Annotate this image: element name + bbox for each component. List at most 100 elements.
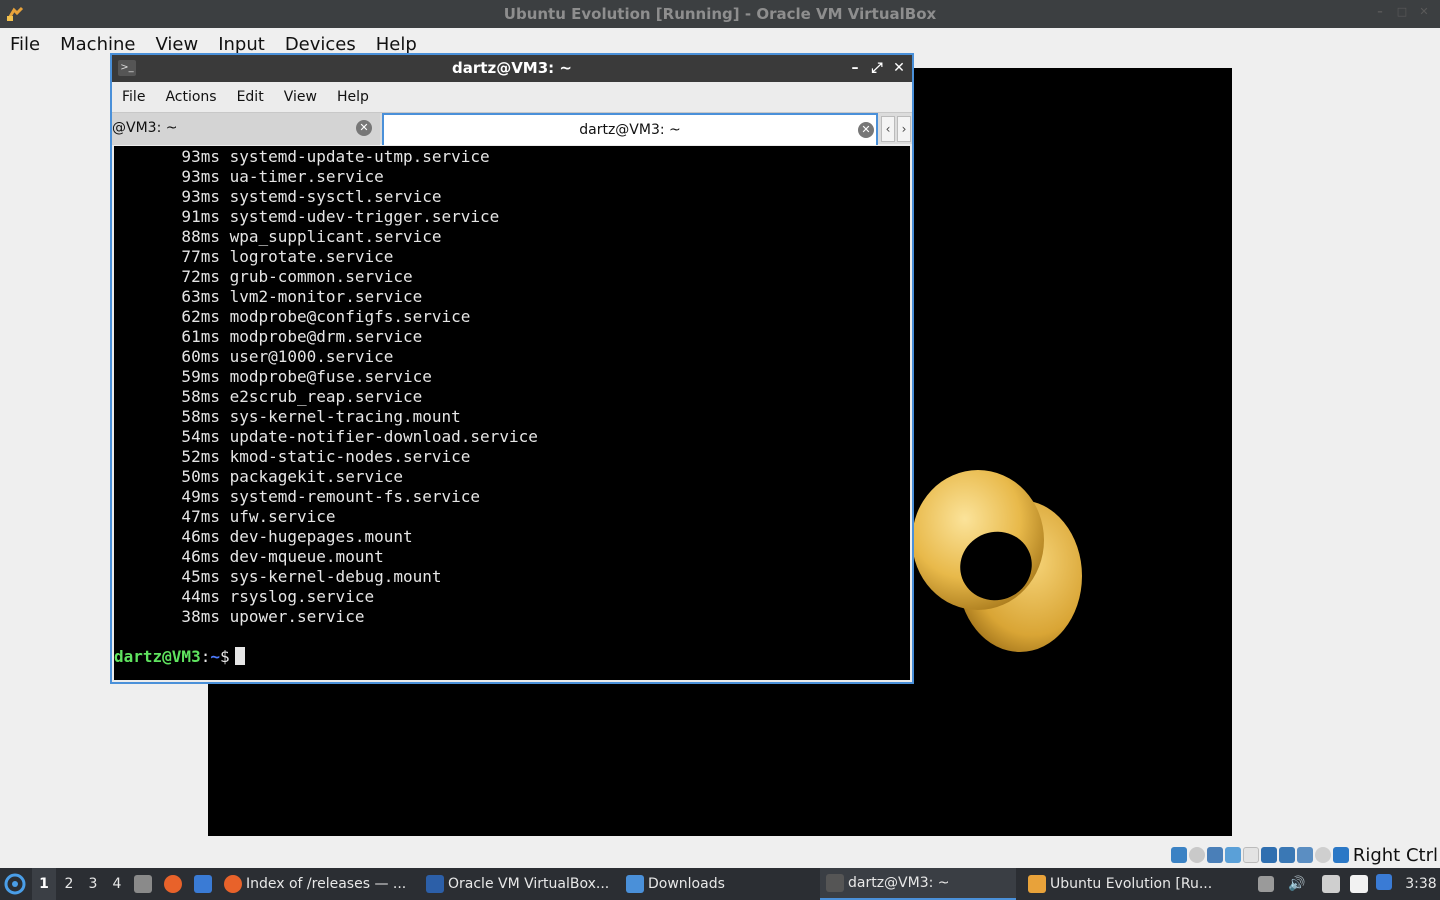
terminal-menu-file[interactable]: File <box>112 89 155 105</box>
desktop-icon <box>194 875 212 893</box>
maximize-icon[interactable]: □ <box>1396 6 1408 18</box>
restore-icon[interactable]: ⤢ <box>870 55 884 82</box>
task-virtualbox-manager[interactable]: Oracle VM VirtualBox... <box>426 868 616 900</box>
tab-label: dartz@VM3: ~ <box>579 122 681 138</box>
terminal-menubar: File Actions Edit View Help <box>112 82 912 112</box>
terminal-line: 63ms lvm2-monitor.service <box>114 287 423 306</box>
cpu-icon[interactable] <box>1296 847 1313 863</box>
terminal-line: 93ms systemd-sysctl.service <box>114 187 442 206</box>
terminal-menu-actions[interactable]: Actions <box>155 89 226 105</box>
terminal-line: 54ms update-notifier-download.service <box>114 427 538 446</box>
tray-notifications[interactable] <box>1376 868 1396 900</box>
host-menu-view[interactable]: View <box>145 34 208 55</box>
mouse-integration-icon[interactable] <box>1314 847 1331 863</box>
terminal-titlebar[interactable]: >_ dartz@VM3: ~ – ⤢ ✕ <box>112 55 912 82</box>
terminal-menu-view[interactable]: View <box>274 89 327 105</box>
workspace-3[interactable]: 3 <box>82 868 104 900</box>
terminal-menu-help[interactable]: Help <box>327 89 379 105</box>
clock[interactable]: 3:38 <box>1404 868 1438 900</box>
file-manager-launcher[interactable] <box>134 868 156 900</box>
upload-icon <box>1258 876 1274 892</box>
network-icon <box>1322 875 1340 893</box>
text-cursor <box>234 647 245 665</box>
prompt-user: dartz@VM3 <box>114 647 201 666</box>
show-desktop-button[interactable] <box>194 868 216 900</box>
prompt-symbol: $ <box>219 647 230 666</box>
tray-volume[interactable]: 🔊 <box>1286 868 1308 900</box>
terminal-output[interactable]: 93ms systemd-update-utmp.service 93ms ua… <box>114 146 910 680</box>
terminal-tab-2[interactable]: dartz@VM3: ~ ✕ <box>382 113 878 145</box>
task-label: Downloads <box>648 876 725 892</box>
workspace-2[interactable]: 2 <box>58 868 80 900</box>
terminal-line: 46ms dev-mqueue.mount <box>114 547 384 566</box>
terminal-line: 61ms modprobe@drm.service <box>114 327 423 346</box>
prompt-separator: : <box>200 647 211 666</box>
host-menu-input[interactable]: Input <box>208 34 275 55</box>
terminal-line: 72ms grub-common.service <box>114 267 413 286</box>
terminal-line: 38ms upower.service <box>114 607 365 626</box>
recording-icon[interactable] <box>1278 847 1295 863</box>
task-label: Index of /releases — ... <box>246 876 407 892</box>
tray-clipboard[interactable] <box>1350 868 1372 900</box>
start-menu-button[interactable] <box>4 868 28 900</box>
virtualbox-icon <box>426 875 444 893</box>
clipboard-icon <box>1350 875 1368 893</box>
prompt-path: ~ <box>210 647 220 666</box>
task-virtualbox-vm[interactable]: Ubuntu Evolution [Ru... <box>1028 868 1218 900</box>
volume-icon: 🔊 <box>1288 876 1306 892</box>
workspace-1[interactable]: 1 <box>32 868 56 900</box>
tab-scroll-left-icon[interactable]: ‹ <box>881 116 895 142</box>
tab-close-icon[interactable]: ✕ <box>356 120 372 136</box>
task-downloads[interactable]: Downloads <box>626 868 816 900</box>
host-menu-help[interactable]: Help <box>366 34 427 55</box>
tab-close-icon[interactable]: ✕ <box>858 122 874 138</box>
terminal-line: 93ms ua-timer.service <box>114 167 384 186</box>
terminal-line: 93ms systemd-update-utmp.service <box>114 147 490 166</box>
terminal-menu-edit[interactable]: Edit <box>227 89 274 105</box>
shared-folders-icon[interactable] <box>1242 847 1259 863</box>
terminal-line: 62ms modprobe@configfs.service <box>114 307 471 326</box>
task-firefox[interactable]: Index of /releases — ... <box>224 868 414 900</box>
terminal-line: 91ms systemd-udev-trigger.service <box>114 207 500 226</box>
terminal-window[interactable]: >_ dartz@VM3: ~ – ⤢ ✕ File Actions Edit … <box>110 53 914 684</box>
terminal-title: dartz@VM3: ~ <box>452 59 572 77</box>
minimize-icon[interactable]: – <box>848 55 862 82</box>
close-icon[interactable]: ✕ <box>892 55 906 82</box>
tray-network[interactable] <box>1322 868 1344 900</box>
optical-drive-icon[interactable] <box>1188 847 1205 863</box>
display-icon[interactable] <box>1260 847 1277 863</box>
lxqt-logo-icon <box>4 873 26 895</box>
host-window-titlebar[interactable]: Ubuntu Evolution [Running] - Oracle VM V… <box>0 0 1440 28</box>
terminal-icon: >_ <box>118 60 136 76</box>
firefox-icon <box>224 875 242 893</box>
task-terminal[interactable]: dartz@VM3: ~ <box>820 868 1016 900</box>
close-icon[interactable]: ✕ <box>1418 6 1430 18</box>
host-menu-machine[interactable]: Machine <box>50 34 145 55</box>
keyboard-icon[interactable] <box>1332 847 1349 863</box>
tray-upload[interactable] <box>1258 868 1278 900</box>
virtualbox-vm-icon <box>1028 875 1046 893</box>
terminal-line: 58ms sys-kernel-tracing.mount <box>114 407 461 426</box>
network-icon[interactable] <box>1206 847 1223 863</box>
task-label: Ubuntu Evolution [Ru... <box>1050 876 1213 892</box>
terminal-line: 52ms kmod-static-nodes.service <box>114 447 471 466</box>
tab-label: @VM3: ~ <box>112 120 178 136</box>
hard-disk-icon[interactable] <box>1170 847 1187 863</box>
host-window-controls: – □ ✕ <box>1374 6 1430 18</box>
host-menu-devices[interactable]: Devices <box>275 34 366 55</box>
terminal-window-controls: – ⤢ ✕ <box>848 55 906 82</box>
workspace-4[interactable]: 4 <box>106 868 128 900</box>
firefox-launcher[interactable] <box>164 868 186 900</box>
usb-icon[interactable] <box>1224 847 1241 863</box>
terminal-line: 49ms systemd-remount-fs.service <box>114 487 481 506</box>
task-label: Oracle VM VirtualBox... <box>448 876 610 892</box>
notification-icon <box>1376 874 1392 890</box>
task-label: dartz@VM3: ~ <box>848 875 950 891</box>
minimize-icon[interactable]: – <box>1374 6 1386 18</box>
folder-icon <box>626 875 644 893</box>
tab-scroll-right-icon[interactable]: › <box>897 116 911 142</box>
terminal-line: 46ms dev-hugepages.mount <box>114 527 413 546</box>
terminal-tab-1[interactable]: @VM3: ~ ✕ <box>112 113 380 145</box>
host-menu-file[interactable]: File <box>0 34 50 55</box>
